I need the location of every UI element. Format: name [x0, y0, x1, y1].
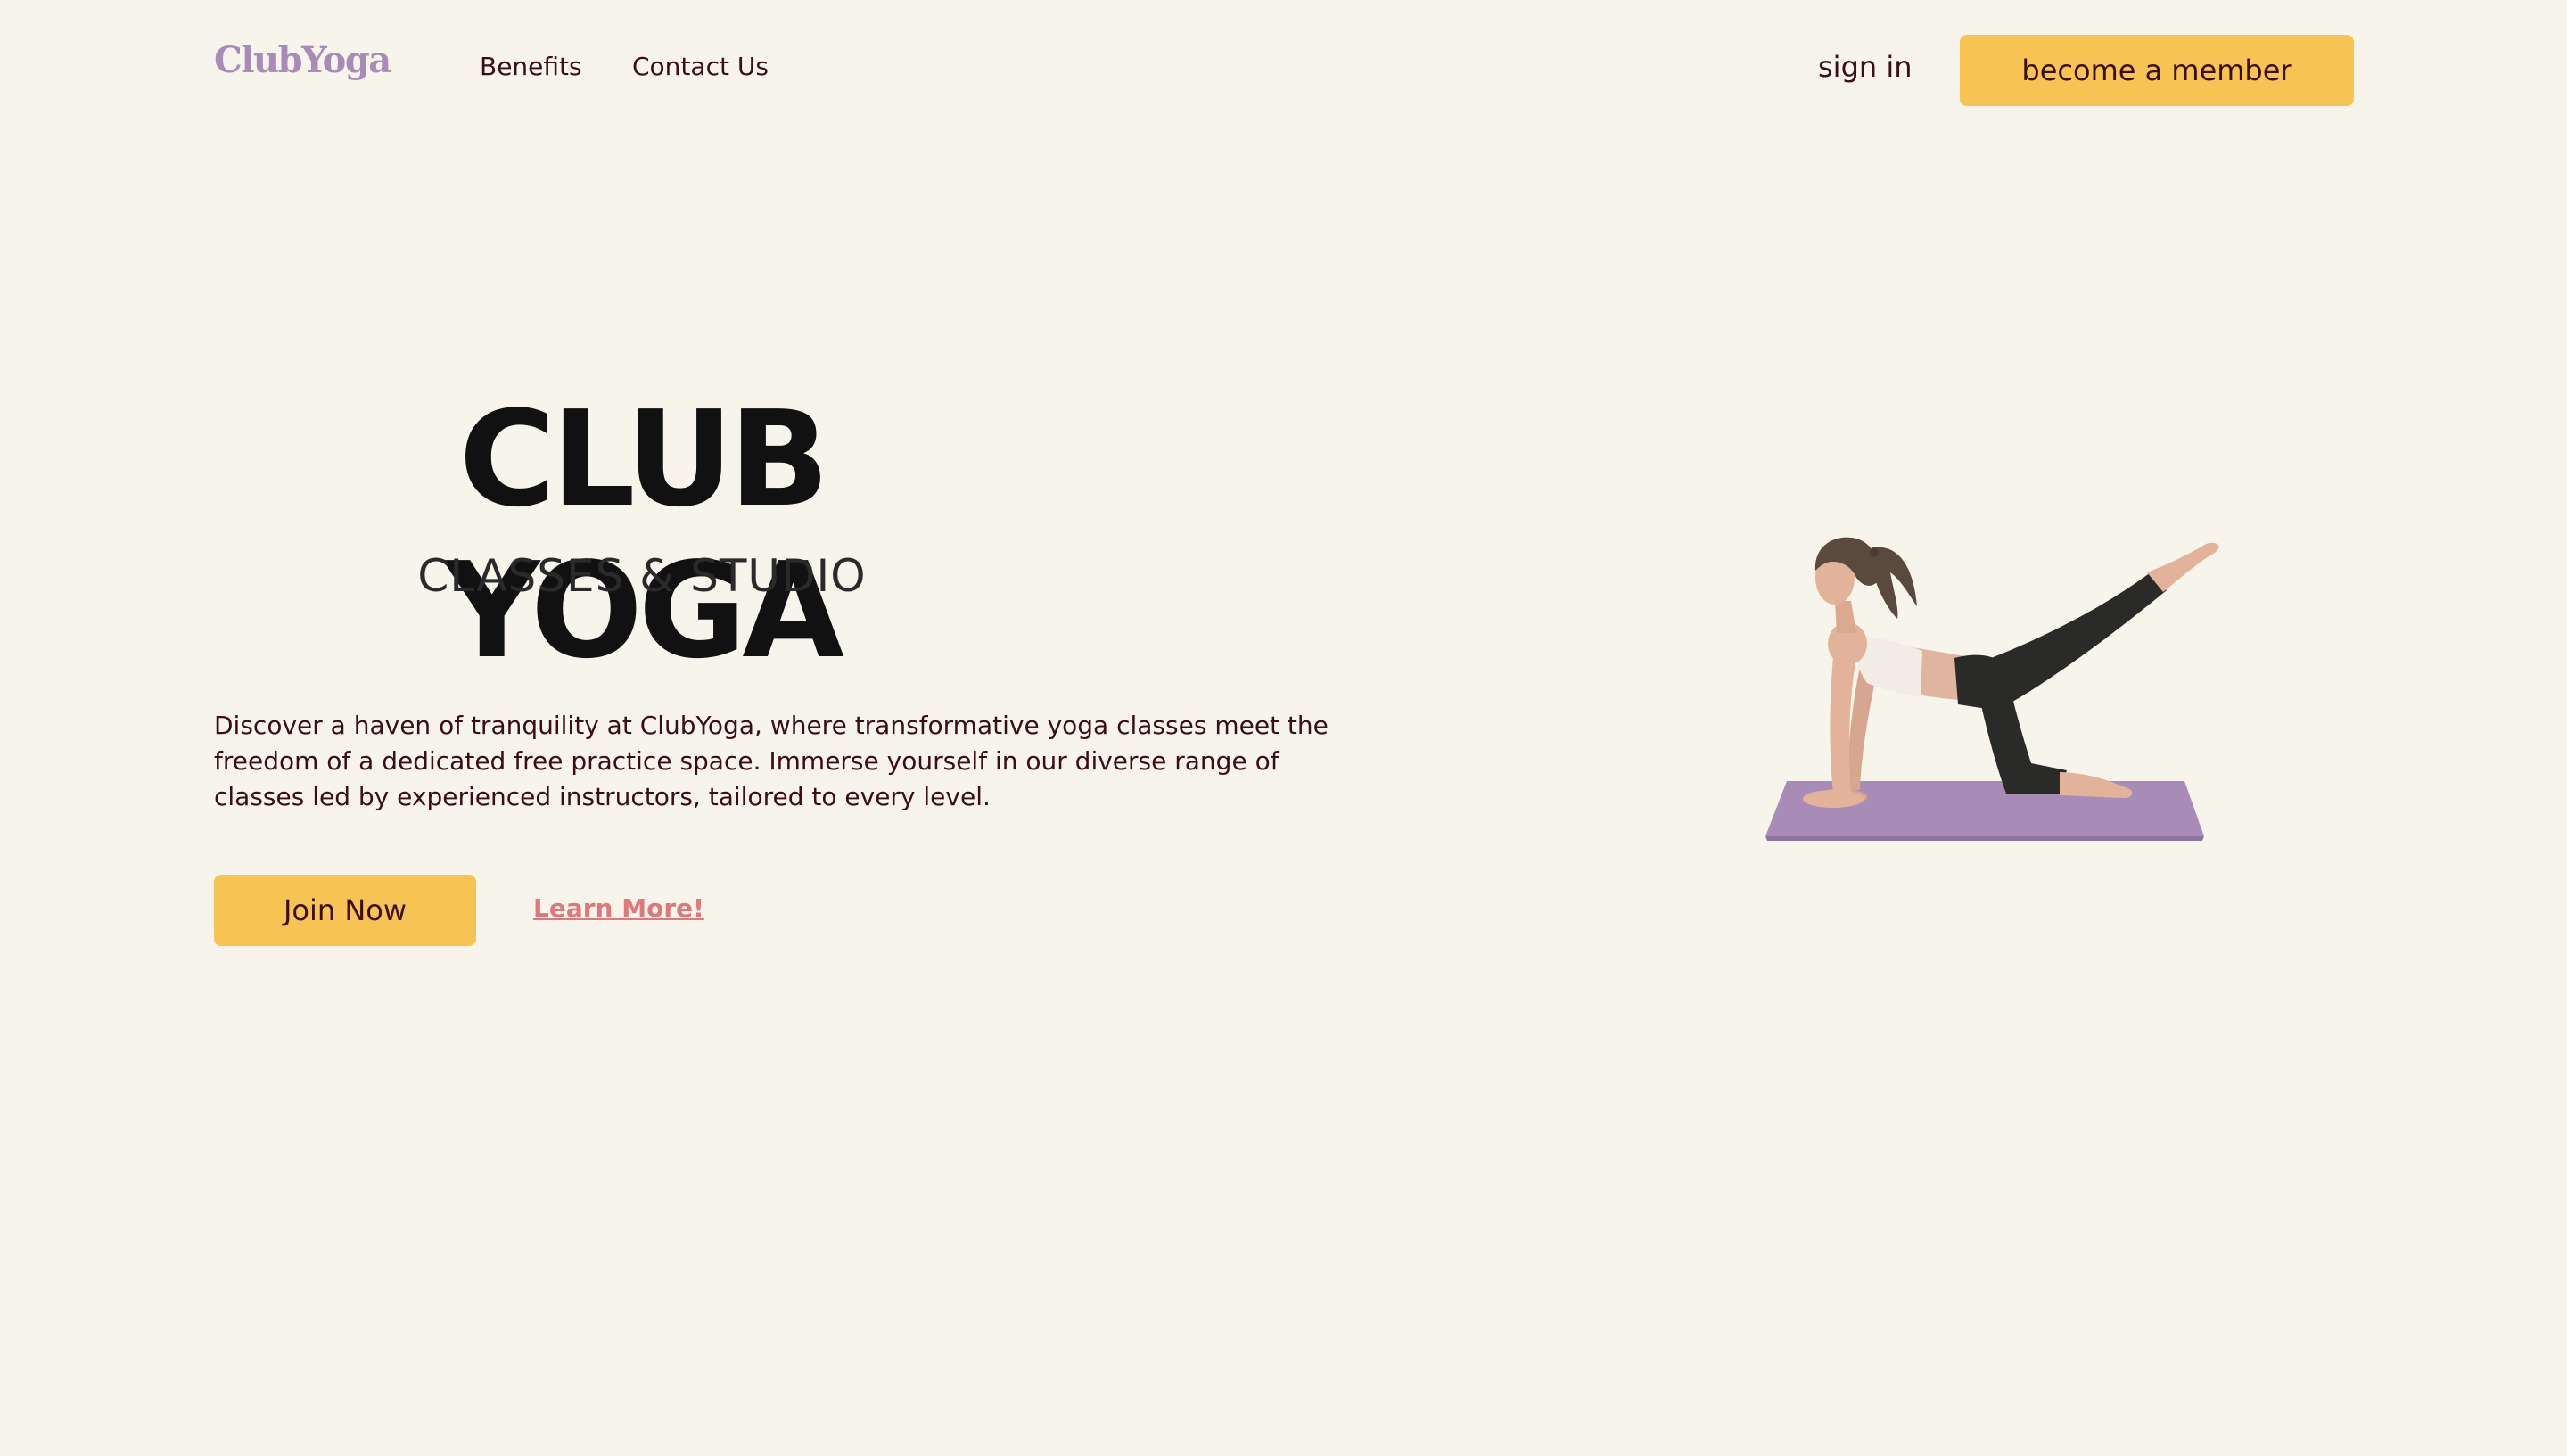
join-now-button[interactable]: Join Now [214, 875, 476, 946]
yoga-mat [1765, 781, 2204, 836]
learn-more-link[interactable]: Learn More! [533, 893, 704, 923]
raised-leg [1987, 572, 2167, 704]
woman-yoga-pose-illustration [1765, 537, 2219, 841]
clubyoga-logo[interactable]: ClubYoga [214, 39, 391, 81]
ponytail [1872, 547, 1917, 619]
become-member-button[interactable]: become a member [1960, 35, 2354, 106]
nav-contact-link[interactable]: Contact Us [632, 52, 769, 81]
raised-foot [2147, 542, 2219, 592]
hero-subtitle: CLASSES & STUDIO [417, 550, 867, 602]
landing-page: ClubYoga Benefits Contact Us sign in bec… [0, 0, 2567, 1456]
nav-benefits-link[interactable]: Benefits [480, 52, 582, 81]
hero-description: Discover a haven of tranquility at ClubY… [214, 711, 1329, 811]
front-hand [1803, 790, 1864, 808]
sign-in-link[interactable]: sign in [1818, 50, 1913, 84]
hair-tie [1870, 548, 1879, 557]
neck [1835, 601, 1856, 633]
yoga-mat-edge [1765, 836, 2204, 841]
hero-title: CLUB YOGA [444, 383, 844, 687]
